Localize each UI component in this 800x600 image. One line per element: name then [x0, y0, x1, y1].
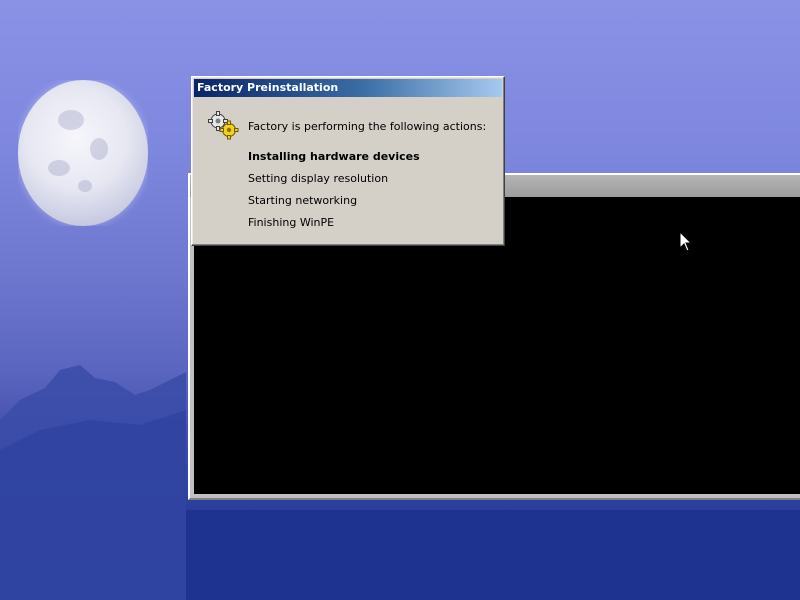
action-item: Finishing WinPE: [248, 216, 335, 229]
action-item: Setting display resolution: [248, 172, 389, 185]
factory-preinstallation-dialog: Factory Preinstallation Factory is perfo…: [191, 76, 505, 246]
moon-wallpaper-image: [18, 80, 148, 226]
dialog-title-bar[interactable]: Factory Preinstallation: [194, 79, 502, 97]
mouse-pointer-icon: [679, 231, 693, 252]
desktop: Factory Preinstallation Factory is perfo…: [0, 0, 800, 600]
action-item: Starting networking: [248, 194, 358, 207]
dialog-title: Factory Preinstallation: [197, 81, 339, 94]
action-item-current: Installing hardware devices: [248, 150, 420, 163]
gears-icon: [208, 111, 239, 140]
dialog-intro-text: Factory is performing the following acti…: [248, 120, 487, 133]
